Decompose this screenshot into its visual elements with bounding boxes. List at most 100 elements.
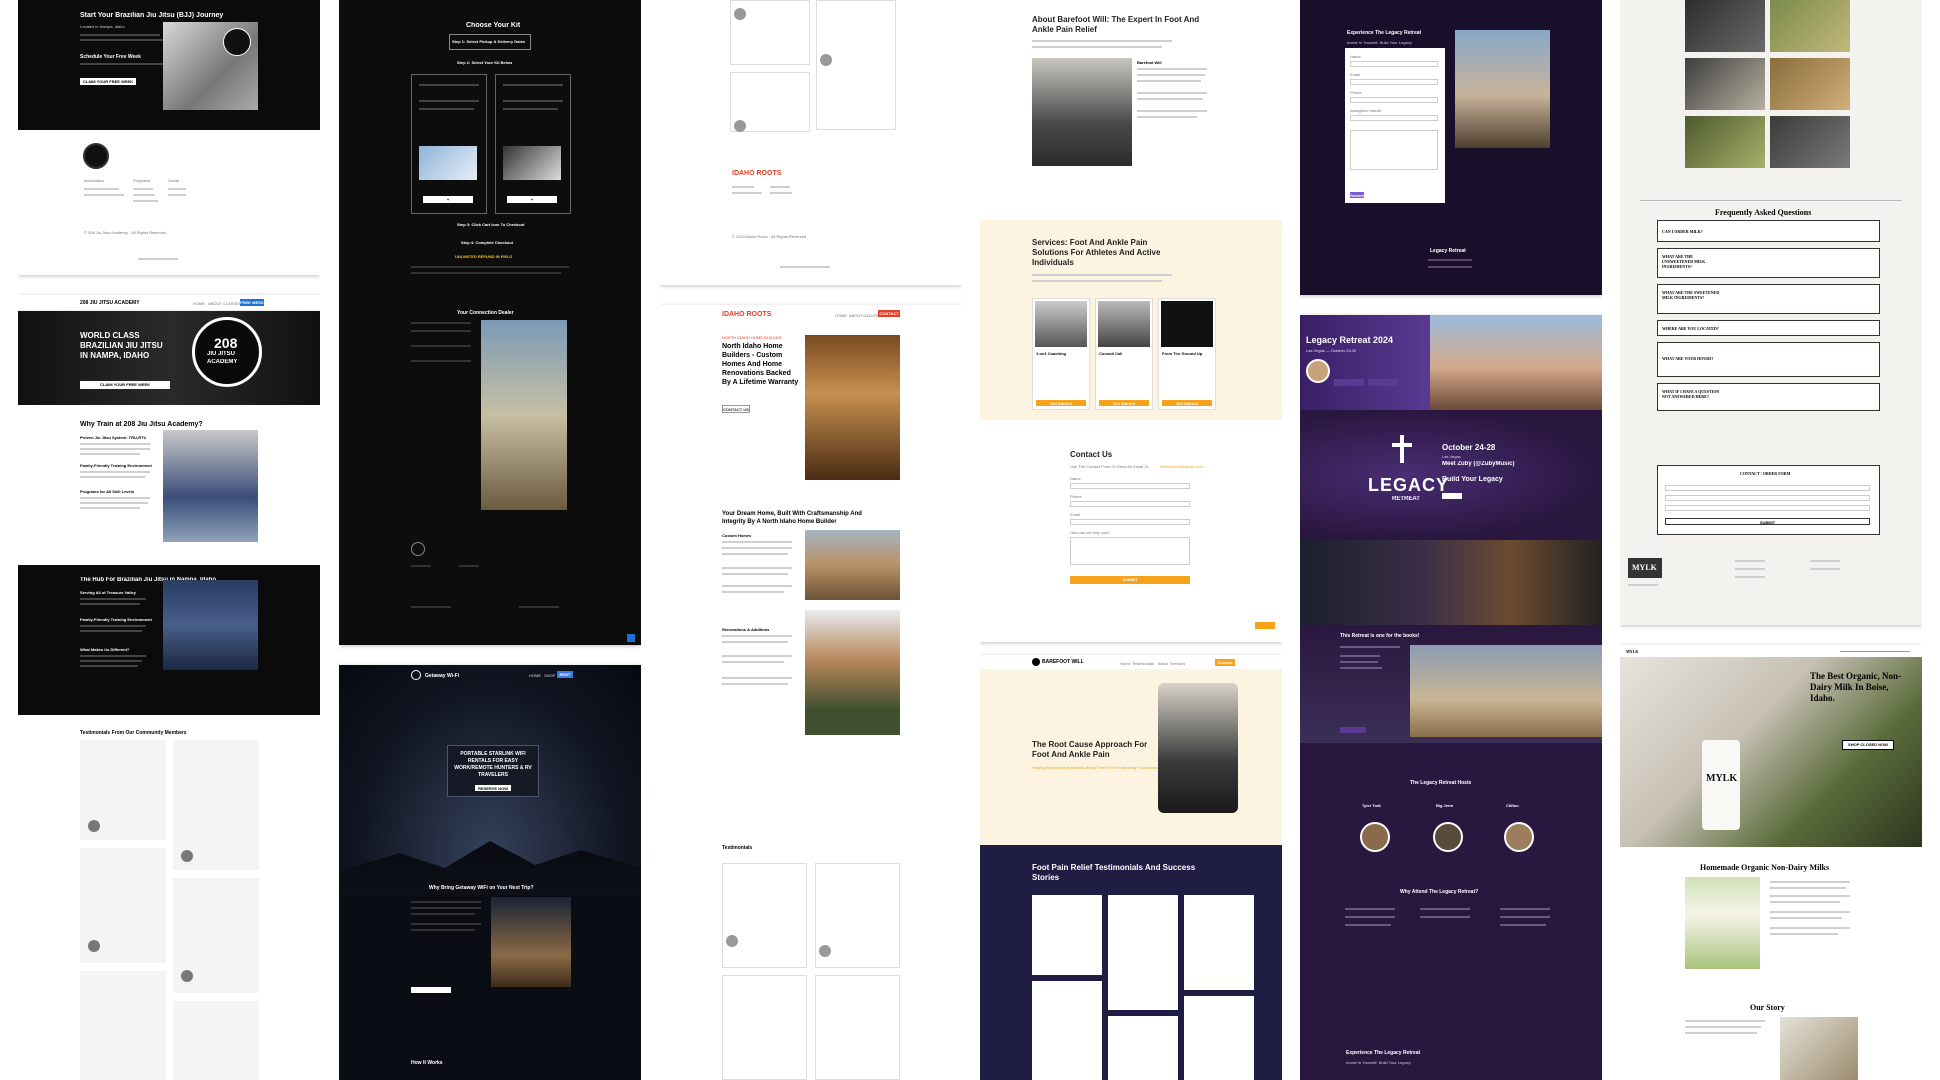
form-field-message[interactable] [1070,537,1190,565]
bjj-navbar [18,295,320,311]
form-field-email[interactable] [1070,519,1190,525]
builder-footer-card: IDAHO ROOTS © 2024 Idaho Roots · All Rig… [660,0,962,285]
legacy-hero-btn[interactable] [1334,379,1364,386]
gw-nav-cta[interactable]: RENT [557,671,573,678]
chat-widget-icon[interactable] [627,634,635,642]
bjj-nav-item-home[interactable]: HOME [193,301,205,306]
gw-hero-cta[interactable]: RESERVE NOW [475,785,511,791]
barefoot-nav-about[interactable]: About [1158,661,1168,666]
builder-footer-logo[interactable]: IDAHO ROOTS [732,170,781,177]
legacy-books-title: This Retreat is one for the books! [1340,633,1420,639]
kit-add-left-button[interactable]: + [423,196,473,203]
legacy-form-phone[interactable] [1350,97,1438,103]
mylk-homepage-card: MYLK MYLK The Best Organic, Non-Dairy Mi… [1620,645,1922,1080]
bjj-nav-item-classes[interactable]: CLASSES [223,301,241,306]
barefoot-nav-services[interactable]: Services [1170,661,1185,666]
kit-add-right-button[interactable]: + [507,196,557,203]
getaway-wifi-card: Getaway Wi-Fi HOME SHOP RENT PORTABLE ST… [339,665,641,1080]
gw-rent-button[interactable] [411,987,451,993]
barefoot-testimonial-card [1108,895,1178,1010]
bjj-homepage-card: 208 JIU JITSU ACADEMY HOME ABOUT CLASSES… [18,295,320,1080]
mylk-order-field[interactable] [1665,505,1870,511]
legacy-form-name[interactable] [1350,61,1438,67]
builder-hero-cta[interactable]: CONTACT US [722,405,750,413]
bjj-nav-cta-button[interactable]: FREE WEEK [240,299,264,306]
bjj-gym-photo [163,580,258,670]
gw-nav-shop[interactable]: SHOP [544,673,555,678]
legacy-form-label-name: Name [1350,54,1361,59]
barefoot-nav-logo[interactable]: BAREFOOT WILL [1042,659,1084,665]
gw-nav-home[interactable]: HOME [529,673,541,678]
legacy-top-title: Experience The Legacy Retreat [1347,30,1422,36]
form-label-email: Email [1070,512,1081,517]
avatar [820,54,832,66]
bjj-claim-button[interactable]: CLAIM YOUR FREE WEEK [80,381,170,389]
legacy-cross-icon [1400,435,1404,463]
barefoot-nav-contact[interactable]: Contact [1215,659,1235,666]
service-cta-button[interactable]: Get Started [1036,400,1086,406]
legacy-cross-bar [1392,443,1412,447]
legacy-form-submit[interactable]: Submit [1350,192,1364,198]
kit-option-right[interactable] [495,74,571,214]
kit-option-left[interactable] [411,74,487,214]
starlink-dish-photo [419,146,477,180]
legacy-form-text-area[interactable] [1350,130,1438,170]
barefoot-contact-email[interactable]: Barefootwill@gmail.com [1160,464,1203,469]
bjj-hub-point-1: Serving All of Treasure Valley [80,590,136,595]
starlink-mini-photo [503,146,561,180]
builder-section-title: Your Dream Home, Built With Craftsmanshi… [722,511,862,525]
bjj-nav-logo[interactable]: 208 JIU JITSU ACADEMY [80,300,140,306]
builder-nav-home[interactable]: HOME [835,313,847,318]
legacy-hero-sub: Las Vegas — October 24-28 [1306,348,1357,353]
legacy-bottom-sub: Invest In Yourself. Build Your Legacy [1346,1060,1411,1065]
mylk-story-photo [1780,1017,1858,1080]
barefoot-nav-home[interactable]: Home [1120,661,1131,666]
avatar [88,820,100,832]
kit-step-2: Step 2: Select Your Kit Below [457,60,513,65]
column-legacy: Experience The Legacy Retreat Invest In … [1300,0,1602,1080]
builder-homepage-card: IDAHO ROOTS HOME ABOUT GALLERY CONTACT N… [660,305,962,1080]
kit-dealer-title: Your Connection Dealer [457,310,514,316]
service-cta-button[interactable]: Get Started [1099,400,1149,406]
barefoot-submit-button[interactable]: SUBMIT [1070,576,1190,584]
column-builder: IDAHO ROOTS © 2024 Idaho Roots · All Rig… [660,0,962,1080]
barefoot-nav-testimonials[interactable]: Testimonials [1132,661,1154,666]
mylk-footer-logo[interactable]: MYLK [1632,563,1657,572]
legacy-build-text: Build Your Legacy [1442,476,1503,483]
mylk-order-field[interactable] [1665,495,1870,501]
bjj-hero-badge [223,28,251,56]
column-barefoot: About Barefoot Will: The Expert In Foot … [980,0,1282,1080]
form-field-phone[interactable] [1070,501,1190,507]
legacy-group-photo [1455,30,1550,148]
legacy-books-button[interactable] [1340,727,1366,733]
legacy-host-avatar-1 [1360,822,1390,852]
form-field-name[interactable] [1070,483,1190,489]
gw-logo-icon [411,670,421,680]
builder-tag: NORTH IDAHO HOME BUILDER [722,335,782,340]
mylk-order-submit[interactable]: SUBMIT [1665,518,1870,525]
bjj-nav-item-about[interactable]: ABOUT [208,301,222,306]
legacy-form-email[interactable] [1350,79,1438,85]
builder-nav-logo[interactable]: IDAHO ROOTS [722,311,771,318]
legacy-form-label-email: Email [1350,72,1361,77]
barefoot-testimonials-title: Foot Pain Relief Testimonials And Succes… [1032,863,1196,882]
legacy-hero-btn-2[interactable] [1368,379,1398,386]
bjj-hero-cta-button[interactable]: CLAIM YOUR FREE WEEK [80,78,136,85]
legacy-host-name-3: Clifton [1506,803,1519,808]
kit-refund: UNLIMITED REFUND IN FIELD [455,254,513,259]
mylk-hero-cta[interactable]: SHOP CLOSED NOW [1842,740,1894,750]
gw-logo[interactable]: Getaway Wi-Fi [425,673,459,679]
legacy-form-ig[interactable] [1350,115,1438,121]
mylk-jar [1702,740,1740,830]
mylk-order-field[interactable] [1665,485,1870,491]
legacy-logo-word: LEGACY [1368,475,1450,495]
column-bjj: Start Your Brazilian Jiu Jitsu (BJJ) Jou… [18,0,320,1080]
service-cta-button[interactable]: Get Started [1162,400,1212,406]
mylk-nav-logo[interactable]: MYLK [1626,649,1638,654]
legacy-register-button[interactable] [1442,493,1462,499]
builder-nav-about[interactable]: ABOUT [849,313,863,318]
avatar [726,935,738,947]
barefoot-floating-cta[interactable] [1255,622,1275,629]
legacy-why-title: Why Attend The Legacy Retreat? [1400,889,1479,895]
builder-nav-contact[interactable]: CONTACT [878,310,900,317]
